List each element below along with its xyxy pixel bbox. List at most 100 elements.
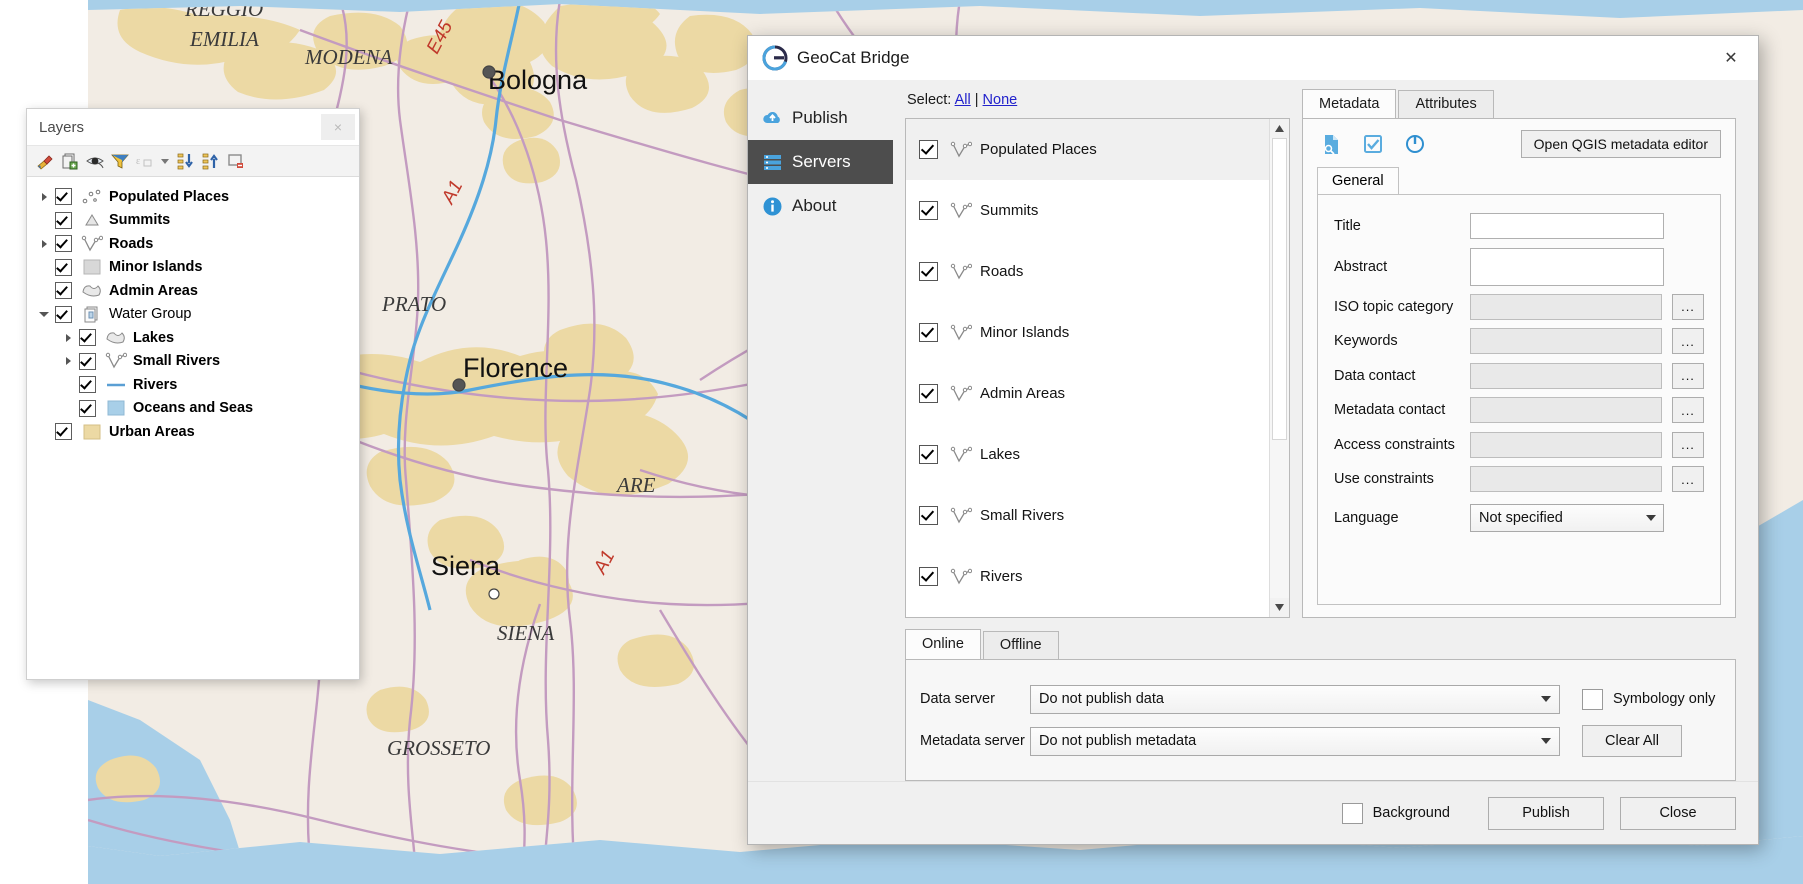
field-input[interactable] xyxy=(1470,213,1664,240)
layer-tree-item[interactable]: Rivers xyxy=(27,373,359,397)
layers-tree[interactable]: Populated Places Summits Roads Minor Island… xyxy=(27,177,359,444)
layer-list-scrollbar[interactable] xyxy=(1269,119,1289,617)
publish-layer-row[interactable]: Roads xyxy=(906,241,1269,302)
map-city-marker xyxy=(488,588,500,600)
validate-metadata-icon[interactable] xyxy=(1359,133,1387,155)
layer-tree-item[interactable]: Summits xyxy=(27,209,359,233)
general-tabstrip[interactable]: General xyxy=(1317,167,1721,194)
publish-layer-row[interactable]: Populated Places xyxy=(906,119,1269,180)
open-qgis-metadata-editor-button[interactable]: Open QGIS metadata editor xyxy=(1520,130,1721,158)
publish-layer-row[interactable]: Lakes xyxy=(906,424,1269,485)
add-group-icon[interactable] xyxy=(58,150,81,172)
publish-layer-checkbox[interactable] xyxy=(919,201,938,220)
tab-general[interactable]: General xyxy=(1317,167,1399,194)
publish-button[interactable]: Publish xyxy=(1488,796,1604,830)
field-browse-button[interactable]: ... xyxy=(1672,362,1704,389)
chevron-right-icon[interactable] xyxy=(57,357,79,366)
layer-visibility-checkbox[interactable] xyxy=(55,258,72,276)
metadata-tabstrip[interactable]: Metadata Attributes xyxy=(1302,89,1736,118)
reset-metadata-icon[interactable] xyxy=(1401,133,1429,155)
tab-online[interactable]: Online xyxy=(905,629,981,659)
field-browse-button[interactable]: ... xyxy=(1672,466,1704,493)
publish-layer-checkbox[interactable] xyxy=(919,506,938,525)
collapse-all-icon[interactable] xyxy=(199,150,222,172)
tab-offline[interactable]: Offline xyxy=(982,631,1059,659)
language-select[interactable]: Not specified xyxy=(1470,503,1664,532)
select-all-link[interactable]: All xyxy=(955,92,971,108)
layer-visibility-checkbox[interactable] xyxy=(79,329,96,347)
close-icon[interactable]: × xyxy=(321,114,355,140)
chevron-right-icon[interactable] xyxy=(33,239,55,248)
layer-symbol-icon xyxy=(79,235,105,253)
layer-visibility-checkbox[interactable] xyxy=(55,423,72,441)
publish-layer-checkbox[interactable] xyxy=(919,323,938,342)
clear-all-button[interactable]: Clear All xyxy=(1582,725,1682,757)
remove-layer-icon[interactable] xyxy=(224,150,247,172)
sidebar-item-publish[interactable]: Publish xyxy=(748,96,893,140)
scroll-down-icon[interactable] xyxy=(1270,598,1289,617)
layer-tree-item[interactable]: Minor Islands xyxy=(27,256,359,280)
chevron-right-icon[interactable] xyxy=(57,333,79,342)
scroll-up-icon[interactable] xyxy=(1270,119,1289,138)
close-icon[interactable]: ✕ xyxy=(1704,37,1758,79)
field-browse-button[interactable]: ... xyxy=(1672,397,1704,424)
field-browse-button[interactable]: ... xyxy=(1672,328,1704,355)
scrollbar-track[interactable] xyxy=(1270,138,1289,598)
publish-layer-row[interactable]: Admin Areas xyxy=(906,363,1269,424)
manage-layer-visibility-icon[interactable] xyxy=(83,150,106,172)
metadata-server-select[interactable]: Do not publish metadata xyxy=(1030,726,1560,756)
data-server-label: Data server xyxy=(920,691,995,707)
layer-visibility-checkbox[interactable] xyxy=(55,235,72,253)
chevron-right-icon[interactable] xyxy=(33,192,55,201)
field-browse-button[interactable]: ... xyxy=(1672,293,1704,320)
background-checkbox[interactable] xyxy=(1341,802,1363,824)
publish-tabstrip[interactable]: Online Offline xyxy=(905,629,1736,659)
layer-tree-item[interactable]: Admin Areas xyxy=(27,279,359,303)
publish-layer-row[interactable]: Rivers xyxy=(906,546,1269,607)
layer-visibility-checkbox[interactable] xyxy=(55,211,72,229)
layer-visibility-checkbox[interactable] xyxy=(79,376,96,394)
tab-metadata[interactable]: Metadata xyxy=(1302,89,1397,118)
publish-layer-row[interactable]: Minor Islands xyxy=(906,302,1269,363)
layer-symbol-icon xyxy=(103,379,129,391)
publish-layer-checkbox[interactable] xyxy=(919,140,938,159)
layer-visibility-checkbox[interactable] xyxy=(79,352,96,370)
layer-visibility-checkbox[interactable] xyxy=(79,399,96,417)
publish-layer-checkbox[interactable] xyxy=(919,384,938,403)
field-input[interactable] xyxy=(1470,247,1664,286)
layer-visibility-checkbox[interactable] xyxy=(55,305,72,323)
filter-legend-icon[interactable] xyxy=(108,150,131,172)
layer-tree-item[interactable]: Populated Places xyxy=(27,185,359,209)
publish-layer-label: Minor Islands xyxy=(980,324,1070,341)
publish-layer-row[interactable]: Small Rivers xyxy=(906,485,1269,546)
sidebar-item-about[interactable]: About xyxy=(748,184,893,228)
preview-metadata-icon[interactable] xyxy=(1317,133,1345,155)
scrollbar-thumb[interactable] xyxy=(1272,138,1287,440)
tab-attributes[interactable]: Attributes xyxy=(1398,90,1494,118)
layer-tree-item[interactable]: Urban Areas xyxy=(27,420,359,444)
publish-layer-checkbox[interactable] xyxy=(919,567,938,586)
publish-layer-row[interactable]: Summits xyxy=(906,180,1269,241)
field-input xyxy=(1470,431,1662,458)
chevron-down-icon[interactable] xyxy=(33,311,55,317)
symbology-only-checkbox[interactable] xyxy=(1582,688,1603,710)
publish-layer-checkbox[interactable] xyxy=(919,445,938,464)
select-none-link[interactable]: None xyxy=(983,92,1018,108)
layer-tree-item[interactable]: Water Group xyxy=(27,303,359,327)
layer-list[interactable]: Populated Places Summits Roads Minor Island… xyxy=(906,119,1269,617)
layer-visibility-checkbox[interactable] xyxy=(55,188,72,206)
sidebar-item-servers[interactable]: Servers xyxy=(748,140,893,184)
layer-visibility-checkbox[interactable] xyxy=(55,282,72,300)
publish-layer-label: Admin Areas xyxy=(980,385,1066,402)
open-layer-styling-icon[interactable] xyxy=(33,150,56,172)
layer-tree-item[interactable]: Oceans and Seas xyxy=(27,397,359,421)
layer-tree-item[interactable]: Roads xyxy=(27,232,359,256)
expand-all-icon[interactable] xyxy=(174,150,197,172)
data-server-select[interactable]: Do not publish data xyxy=(1030,684,1560,714)
close-button[interactable]: Close xyxy=(1620,796,1736,830)
layer-tree-item[interactable]: Small Rivers xyxy=(27,350,359,374)
publish-layer-checkbox[interactable] xyxy=(919,262,938,281)
dropdown-arrow-icon[interactable] xyxy=(158,150,172,172)
field-browse-button[interactable]: ... xyxy=(1672,431,1704,458)
layer-tree-item[interactable]: Lakes xyxy=(27,326,359,350)
